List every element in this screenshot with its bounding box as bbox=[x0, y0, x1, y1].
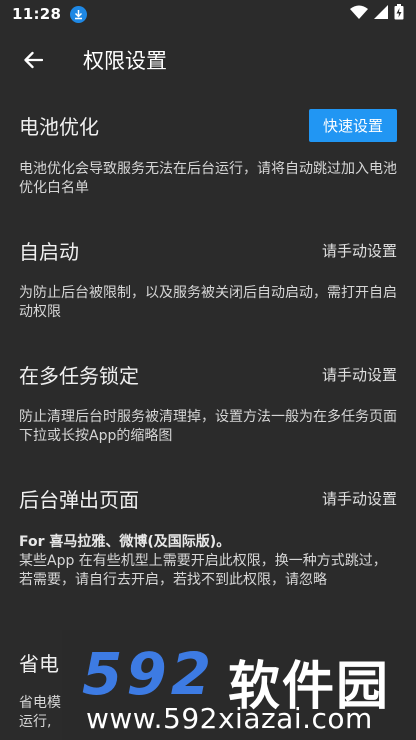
arrow-back-icon bbox=[24, 51, 43, 69]
battery-optimization-desc: 电池优化会导致服务无法在后台运行，请将自动跳过加入电池优化白名单 bbox=[19, 161, 397, 196]
section-autostart[interactable]: 自启动 请手动设置 为防止后台被限制，以及服务被关闭后自动启动，需打开自启动权限 bbox=[0, 232, 416, 322]
battery-charging-icon bbox=[394, 4, 404, 24]
multitask-lock-title: 在多任务锁定 bbox=[19, 363, 139, 388]
background-popup-manual-setting[interactable]: 请手动设置 bbox=[322, 488, 397, 509]
multitask-lock-desc: 防止清理后台时服务被清理掉，设置方法一般为在多任务页面下拉或长按App的缩略图 bbox=[19, 409, 397, 444]
autostart-title: 自启动 bbox=[19, 239, 79, 264]
background-popup-desc-apps: For 喜马拉雅、微博(及国际版)。 bbox=[19, 534, 231, 550]
status-bar: 11:28 bbox=[0, 0, 416, 28]
wifi-icon bbox=[350, 5, 368, 23]
multitask-lock-manual-setting[interactable]: 请手动设置 bbox=[322, 364, 397, 385]
section-background-popup[interactable]: 后台弹出页面 请手动设置 For 喜马拉雅、微博(及国际版)。 某些App 在有… bbox=[0, 480, 416, 590]
power-saving-desc-line2: 运行, bbox=[19, 714, 52, 730]
download-icon bbox=[70, 5, 88, 23]
page-title: 权限设置 bbox=[83, 49, 167, 73]
site-watermark: 592 软件园 www.592xiazai.com bbox=[62, 630, 416, 740]
watermark-number: 592 bbox=[82, 640, 216, 708]
signal-icon bbox=[374, 5, 388, 23]
app-bar: 权限设置 bbox=[0, 28, 416, 92]
autostart-manual-setting[interactable]: 请手动设置 bbox=[322, 240, 397, 261]
quick-setup-button[interactable]: 快速设置 bbox=[308, 108, 397, 142]
status-time: 11:28 bbox=[12, 5, 62, 23]
background-popup-desc: For 喜马拉雅、微博(及国际版)。 某些App 在有些机型上需要开启此权限，换… bbox=[0, 533, 416, 590]
background-popup-title: 后台弹出页面 bbox=[19, 487, 139, 512]
back-button[interactable] bbox=[13, 40, 53, 80]
autostart-desc: 为防止后台被限制，以及服务被关闭后自动启动，需打开自启动权限 bbox=[19, 285, 397, 320]
section-battery-optimization: 电池优化 快速设置 电池优化会导致服务无法在后台运行，请将自动跳过加入电池优化白… bbox=[0, 107, 416, 198]
background-popup-desc-text: 某些App 在有些机型上需要开启此权限，换一种方式跳过，若需要，请自行去开启，若… bbox=[19, 553, 387, 588]
battery-optimization-title: 电池优化 bbox=[19, 114, 99, 139]
watermark-url: www.592xiazai.com bbox=[86, 702, 373, 735]
power-saving-title: 省电 bbox=[19, 651, 59, 676]
power-saving-desc-line1: 省电模 bbox=[19, 695, 61, 711]
section-multitask-lock[interactable]: 在多任务锁定 请手动设置 防止清理后台时服务被清理掉，设置方法一般为在多任务页面… bbox=[0, 356, 416, 446]
